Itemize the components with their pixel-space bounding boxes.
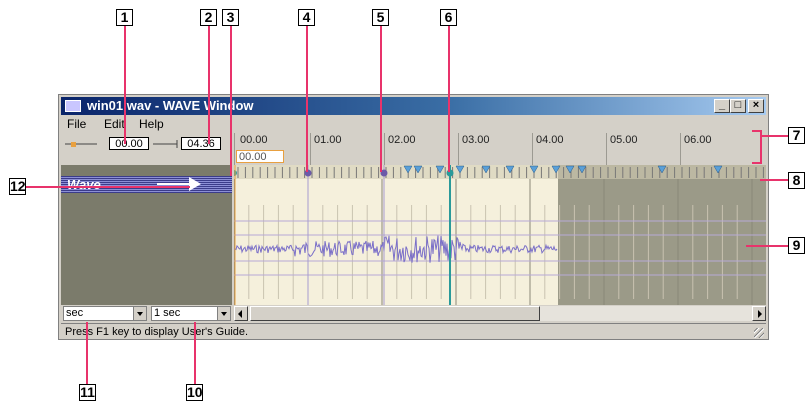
zoom-select[interactable]: 1 sec: [151, 306, 231, 321]
leader-line-5: [380, 26, 382, 172]
callout-7: 7: [788, 127, 805, 144]
leader-line-10: [194, 322, 196, 384]
menu-edit[interactable]: Edit: [104, 117, 125, 131]
start-time-field[interactable]: 00.00: [109, 137, 149, 150]
wave-track-header[interactable]: Wave: [61, 176, 232, 193]
waveform-area[interactable]: [234, 165, 766, 305]
callout-11: 11: [79, 384, 96, 401]
time-unit-value: sec: [66, 307, 84, 319]
callout-9: 9: [788, 237, 805, 254]
wave-app-icon: [65, 100, 81, 112]
menu-file[interactable]: File: [67, 117, 86, 131]
ruler-tick: [384, 133, 385, 165]
bracket-7-top: [752, 130, 762, 132]
callout-6: 6: [440, 9, 457, 26]
leader-line-2: [208, 26, 210, 144]
leader-line-3: [230, 26, 232, 176]
resize-grip-icon[interactable]: [754, 328, 764, 338]
callout-3: 3: [222, 9, 239, 26]
callout-8: 8: [788, 172, 805, 189]
ruler-label: 04.00: [536, 134, 564, 146]
ruler-label: 00.00: [240, 134, 268, 146]
ruler-tick: [680, 133, 681, 165]
waveform-line: [234, 235, 558, 263]
ruler-tick: [458, 133, 459, 165]
chevron-down-icon[interactable]: [217, 307, 230, 320]
ruler-label: 05.00: [610, 134, 638, 146]
callout-2: 2: [200, 9, 217, 26]
ruler-tick: [532, 133, 533, 165]
time-ruler[interactable]: 00.00 01.00 02.00 03.00 04.00 05.00 06.0…: [234, 133, 766, 165]
leader-line-6: [448, 26, 450, 172]
ruler-label: 03.00: [462, 134, 490, 146]
scroll-right-button[interactable]: [752, 306, 766, 321]
marker-strip[interactable]: [234, 165, 766, 179]
close-button[interactable]: ×: [748, 99, 764, 113]
status-bar: Press F1 key to display User's Guide.: [61, 323, 766, 340]
minimize-button[interactable]: _: [714, 99, 730, 113]
play-arrow-icon: [189, 177, 201, 191]
callout-10: 10: [186, 384, 203, 401]
wave-track-label: Wave: [67, 177, 101, 192]
end-time-field[interactable]: 04.36: [181, 137, 221, 150]
chevron-down-icon[interactable]: [133, 307, 146, 320]
callout-1: 1: [116, 9, 133, 26]
ruler-tick: [310, 133, 311, 165]
ruler-tick: [606, 133, 607, 165]
bracket-7-arm: [762, 135, 788, 137]
ruler-label: 06.00: [684, 134, 712, 146]
toolbar: 00.00 04.36: [61, 133, 232, 165]
ruler-tick: [234, 133, 235, 165]
leader-line-9: [746, 245, 788, 247]
zoom-value: 1 sec: [154, 307, 181, 319]
horizontal-scrollbar[interactable]: [234, 306, 766, 321]
leader-line-1: [124, 26, 126, 144]
bracket-7-bottom: [752, 162, 762, 164]
leader-line-8: [760, 179, 788, 181]
ruler-label: 01.00: [314, 134, 342, 146]
callout-5: 5: [372, 9, 389, 26]
scroll-left-button[interactable]: [234, 306, 248, 321]
ruler-label: 02.00: [388, 134, 416, 146]
time-unit-select[interactable]: sec: [63, 306, 147, 321]
waveform-graphic: [234, 165, 766, 305]
callout-4: 4: [298, 9, 315, 26]
callout-12: 12: [9, 178, 26, 195]
leader-line-4: [306, 26, 308, 172]
play-arrow-shaft: [157, 183, 191, 185]
scroll-thumb[interactable]: [250, 306, 540, 321]
current-time-display: 00.00: [236, 150, 284, 163]
leader-line-11: [86, 322, 88, 384]
window-title: win01.wav - WAVE Window: [87, 98, 254, 113]
status-text: Press F1 key to display User's Guide.: [65, 326, 249, 338]
menu-bar: File Edit Help: [61, 116, 766, 132]
title-bar[interactable]: win01.wav - WAVE Window _ □ ×: [61, 97, 766, 115]
wave-window: win01.wav - WAVE Window _ □ × File Edit …: [58, 94, 769, 340]
menu-help[interactable]: Help: [139, 117, 164, 131]
leader-line-12: [26, 186, 190, 188]
maximize-button[interactable]: □: [730, 99, 746, 113]
